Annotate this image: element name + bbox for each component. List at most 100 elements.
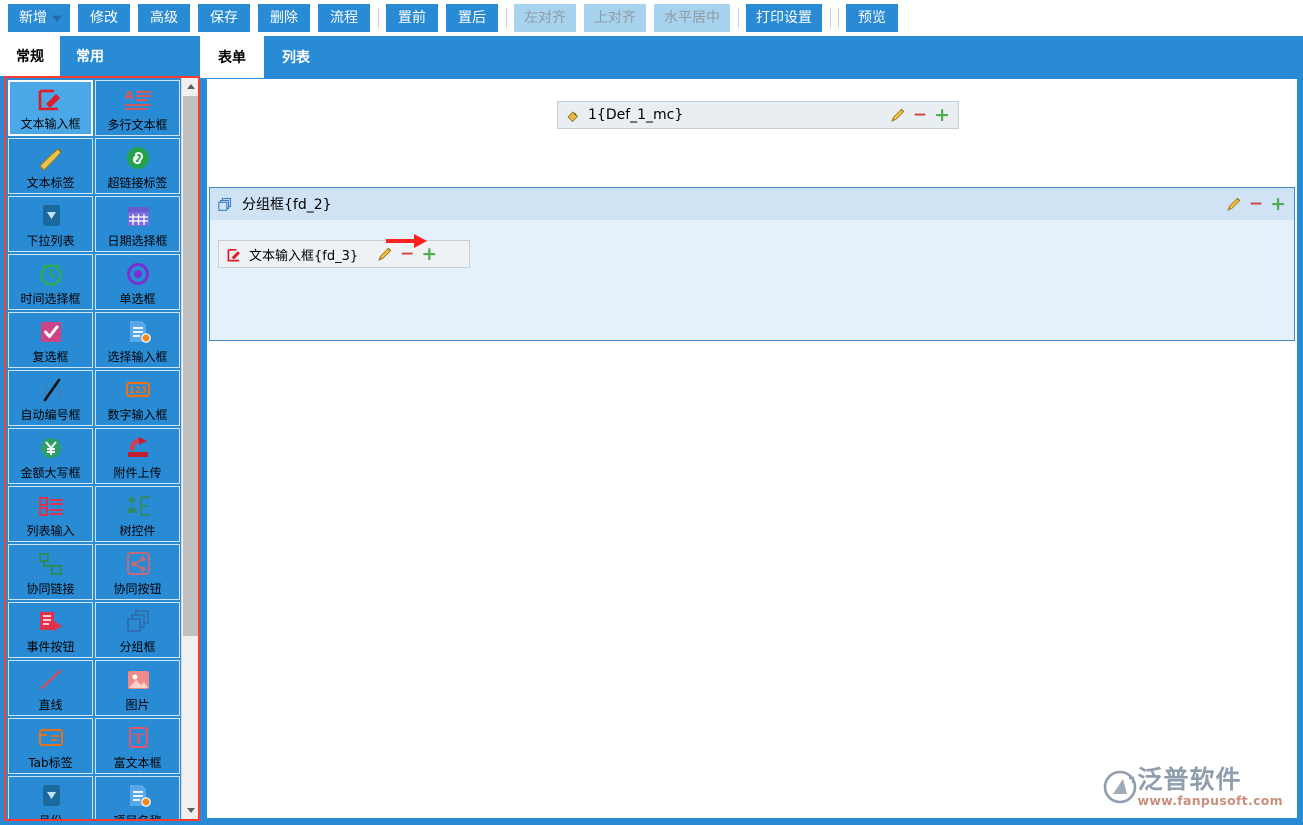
palette-item-7[interactable]: 单选框 (95, 254, 180, 310)
image-icon (96, 661, 179, 699)
new-button[interactable]: 新增 (8, 4, 70, 32)
form-tab-1[interactable]: 列表 (264, 36, 328, 78)
add-groupbox-child-button[interactable]: + (1270, 194, 1286, 214)
palette-item-3[interactable]: 超链接标签 (95, 138, 180, 194)
row-action-group: − + (889, 105, 950, 125)
palette-item-23[interactable]: T 富文本框 (95, 718, 180, 774)
groupbox-label: 分组框{fd_2} (242, 197, 332, 213)
watermark-name: 泛普软件 (1137, 764, 1242, 794)
palette-item-6[interactable]: 时间选择框 (8, 254, 93, 310)
palette-tab-1[interactable]: 常用 (60, 36, 120, 76)
palette-item-label: 单选框 (119, 292, 156, 306)
save-button[interactable]: 保存 (198, 4, 250, 32)
auto-number-icon (9, 371, 92, 409)
remove-field-button[interactable]: − (913, 106, 927, 124)
scrollbar-thumb[interactable] (183, 96, 198, 636)
palette-tab-label: 常用 (76, 49, 104, 65)
align-center-horizontal-button-label: 水平居中 (664, 10, 720, 26)
palette-item-11[interactable]: 123 数字输入框 (95, 370, 180, 426)
palette-item-label: 文本标签 (26, 176, 75, 190)
palette-item-label: Tab标签 (28, 756, 73, 770)
palette-item-label: 文本输入框 (20, 117, 81, 131)
remove-groupbox-button[interactable]: − (1249, 195, 1263, 213)
line-icon (9, 661, 92, 699)
field-action-group: − + (376, 244, 437, 264)
palette-item-4[interactable]: 下拉列表 (8, 196, 93, 252)
pencil-icon[interactable] (1225, 196, 1242, 213)
tree-icon (96, 487, 179, 525)
number-input-icon: 123 (96, 371, 179, 409)
toolbar-separator (830, 8, 831, 28)
preview-button-label: 预览 (858, 10, 886, 26)
clock-icon (9, 255, 92, 293)
palette-tab-0[interactable]: 常规 (0, 36, 60, 76)
groupbox-header[interactable]: 分组框{fd_2} − + (210, 188, 1294, 220)
palette-item-5[interactable]: 日期选择框 (95, 196, 180, 252)
toolbar-separator (838, 8, 839, 28)
palette-item-0[interactable]: 文本输入框 (8, 80, 93, 136)
scroll-up-icon[interactable] (182, 78, 198, 95)
upload-icon (96, 429, 179, 467)
palette-item-label: 复选框 (32, 350, 69, 364)
palette-item-label: 列表输入 (26, 524, 75, 538)
palette-item-12[interactable]: 金额大写框 (8, 428, 93, 484)
palette-item-1[interactable]: A 多行文本框 (95, 80, 180, 136)
advanced-button[interactable]: 高级 (138, 4, 190, 32)
collaborate-link-icon (9, 545, 92, 583)
groupbox-container[interactable]: 分组框{fd_2} − + 文本输入框{fd_3} − + (209, 187, 1295, 341)
palette-item-18[interactable]: 事件按钮 (8, 602, 93, 658)
palette-item-22[interactable]: Tab标签 (8, 718, 93, 774)
palette-item-10[interactable]: 自动编号框 (8, 370, 93, 426)
send-back-button[interactable]: 置后 (446, 4, 498, 32)
preview-button[interactable]: 预览 (846, 4, 898, 32)
palette-item-label: 日期选择框 (107, 234, 168, 248)
select-input-icon (96, 313, 179, 351)
pencil-icon[interactable] (376, 246, 393, 263)
palette-item-17[interactable]: 协同按钮 (95, 544, 180, 600)
palette-item-25[interactable]: 项目名称 (95, 776, 180, 819)
palette-item-19[interactable]: 分组框 (95, 602, 180, 658)
scroll-down-icon[interactable] (182, 802, 198, 819)
workflow-button[interactable]: 流程 (318, 4, 370, 32)
palette-item-2[interactable]: 文本标签 (8, 138, 93, 194)
add-field-button[interactable]: + (934, 105, 950, 125)
bring-front-button[interactable]: 置前 (386, 4, 438, 32)
palette-item-24[interactable]: 月份 (8, 776, 93, 819)
palette-item-8[interactable]: 复选框 (8, 312, 93, 368)
palette-item-20[interactable]: 直线 (8, 660, 93, 716)
palette-scrollbar[interactable] (181, 78, 198, 819)
print-settings-button[interactable]: 打印设置 (746, 4, 822, 32)
main-toolbar: 新增 修改 高级 保存 删除 流程 置前 置后 左对齐 上对齐 水平居中 打印设置 预览 (0, 0, 1303, 36)
chevron-down-icon[interactable] (52, 15, 62, 22)
palette-item-label: 直线 (38, 698, 63, 712)
text-input-field-row[interactable]: 文本输入框{fd_3} − + (218, 240, 470, 268)
add-text-input-button[interactable]: + (421, 244, 437, 264)
groupbox-icon (96, 603, 179, 641)
palette-item-label: 下拉列表 (26, 234, 75, 248)
watermark: 泛普软件 www.fanpusoft.com (1103, 764, 1283, 808)
palette-item-16[interactable]: 协同链接 (8, 544, 93, 600)
form-title-field[interactable]: 1{Def_1_mc} − + (557, 101, 959, 129)
palette-item-13[interactable]: 附件上传 (95, 428, 180, 484)
fanpu-logo-icon (1104, 771, 1137, 804)
pencil-icon[interactable] (889, 107, 906, 124)
delete-button[interactable]: 删除 (258, 4, 310, 32)
calendar-icon (96, 197, 179, 235)
palette-item-label: 富文本框 (113, 756, 162, 770)
palette-item-21[interactable]: 图片 (95, 660, 180, 716)
form-design-canvas[interactable]: 1{Def_1_mc} − + 分组框{fd_2} − + 文本输入框{fd_3… (206, 78, 1298, 819)
svg-text:A: A (125, 89, 134, 102)
bring-front-button-label: 置前 (398, 10, 426, 26)
remove-text-input-button[interactable]: − (400, 245, 414, 263)
palette-item-15[interactable]: 树控件 (95, 486, 180, 542)
align-center-horizontal-button: 水平居中 (654, 4, 730, 32)
edit-button[interactable]: 修改 (78, 4, 130, 32)
edit-button-label: 修改 (90, 10, 118, 26)
month-icon (9, 777, 92, 815)
palette-item-9[interactable]: 选择输入框 (95, 312, 180, 368)
svg-text:T: T (133, 732, 143, 747)
form-tab-0[interactable]: 表单 (200, 36, 264, 78)
palette-item-label: 数字输入框 (107, 408, 168, 422)
palette-item-label: 多行文本框 (107, 118, 168, 132)
palette-item-14[interactable]: 列表输入 (8, 486, 93, 542)
